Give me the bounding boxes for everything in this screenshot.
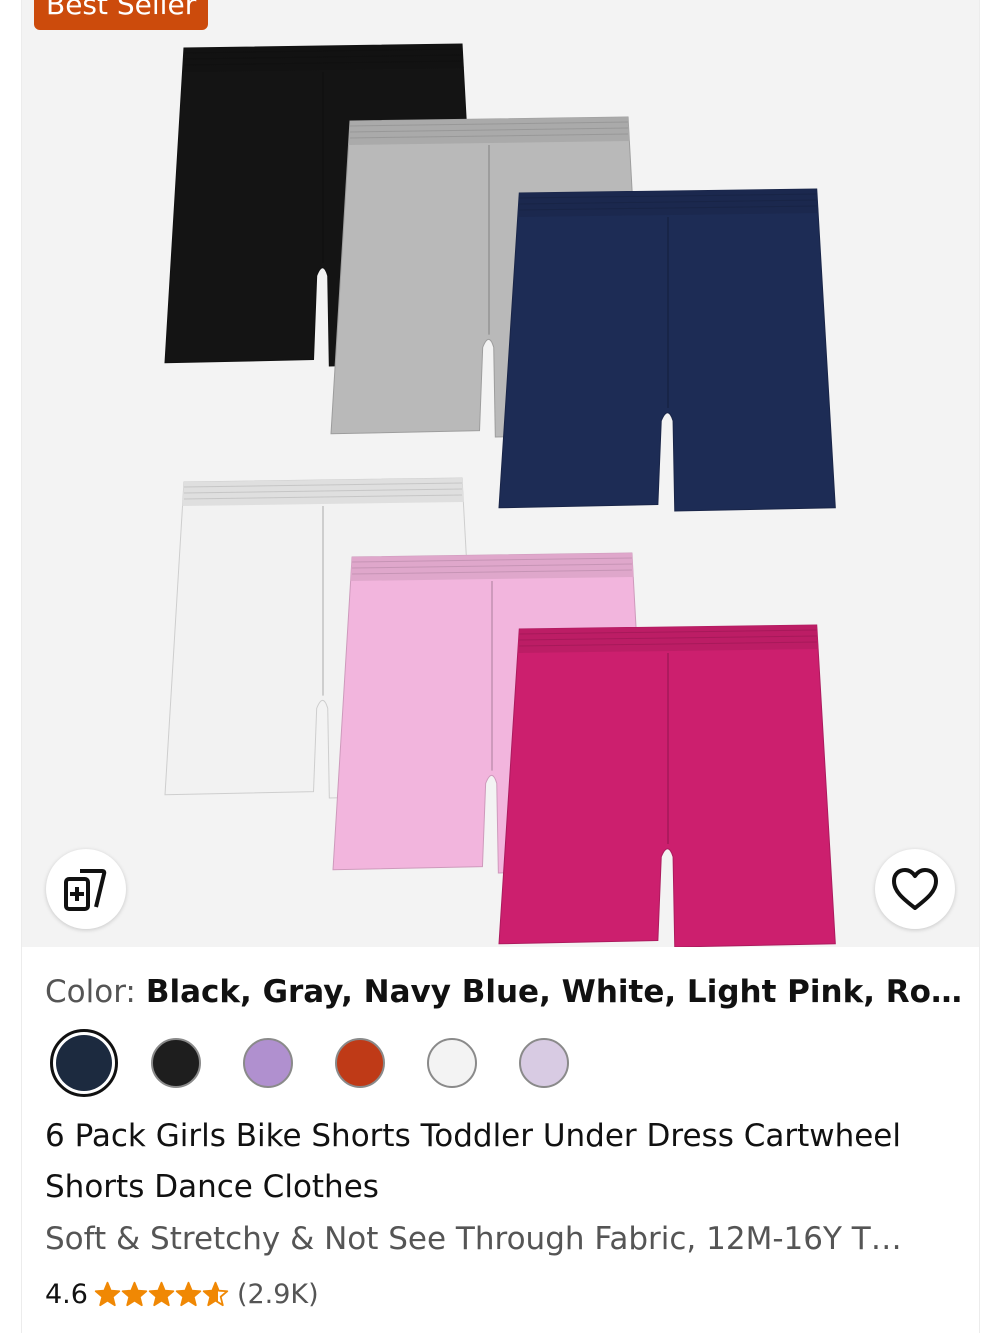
swatch-color bbox=[243, 1038, 293, 1088]
swatch-black[interactable] bbox=[142, 1029, 210, 1097]
best-seller-badge: Best Seller bbox=[34, 0, 209, 30]
star-rating bbox=[94, 1281, 229, 1308]
shorts-item bbox=[498, 188, 836, 512]
rating-value: 4.6 bbox=[45, 1278, 88, 1310]
shorts-photo bbox=[164, 43, 836, 947]
color-swatches bbox=[50, 1029, 602, 1097]
color-value: Black, Gray, Navy Blue, White, Light Pin… bbox=[145, 974, 962, 1010]
star-icon bbox=[121, 1281, 148, 1306]
add-to-compare-icon bbox=[64, 869, 107, 911]
swatch-white[interactable] bbox=[418, 1029, 486, 1097]
wishlist-button[interactable] bbox=[875, 849, 955, 929]
star-icon bbox=[148, 1281, 175, 1306]
product-title[interactable]: 6 Pack Girls Bike Shorts Toddler Under D… bbox=[45, 1111, 965, 1213]
swatch-color bbox=[519, 1038, 569, 1088]
compare-button[interactable] bbox=[46, 849, 126, 929]
star-icon bbox=[175, 1281, 202, 1306]
swatch-color bbox=[427, 1038, 477, 1088]
color-selection: Color: Black, Gray, Navy Blue, White, Lig… bbox=[45, 966, 965, 1018]
swatch-color bbox=[335, 1038, 385, 1088]
rating[interactable]: 4.6 (2.9K) bbox=[45, 1271, 319, 1317]
swatch-rust[interactable] bbox=[326, 1029, 394, 1097]
product-subtitle: Soft & Stretchy & Not See Through Fabric… bbox=[45, 1221, 902, 1257]
swatch-navy[interactable] bbox=[50, 1029, 118, 1097]
product-card[interactable]: Best Seller Color: Black, Gray, Navy Blue… bbox=[21, 0, 980, 1333]
shorts-item bbox=[498, 624, 836, 947]
product-image[interactable]: Best Seller bbox=[22, 0, 979, 947]
swatch-color bbox=[151, 1038, 201, 1088]
heart-outline-icon bbox=[892, 868, 938, 910]
swatch-color bbox=[56, 1035, 112, 1091]
swatch-lavender[interactable] bbox=[510, 1029, 578, 1097]
swatch-purple[interactable] bbox=[234, 1029, 302, 1097]
review-count: (2.9K) bbox=[236, 1278, 319, 1310]
star-icon bbox=[202, 1281, 229, 1306]
color-label: Color: bbox=[45, 974, 136, 1010]
star-icon bbox=[94, 1281, 121, 1306]
